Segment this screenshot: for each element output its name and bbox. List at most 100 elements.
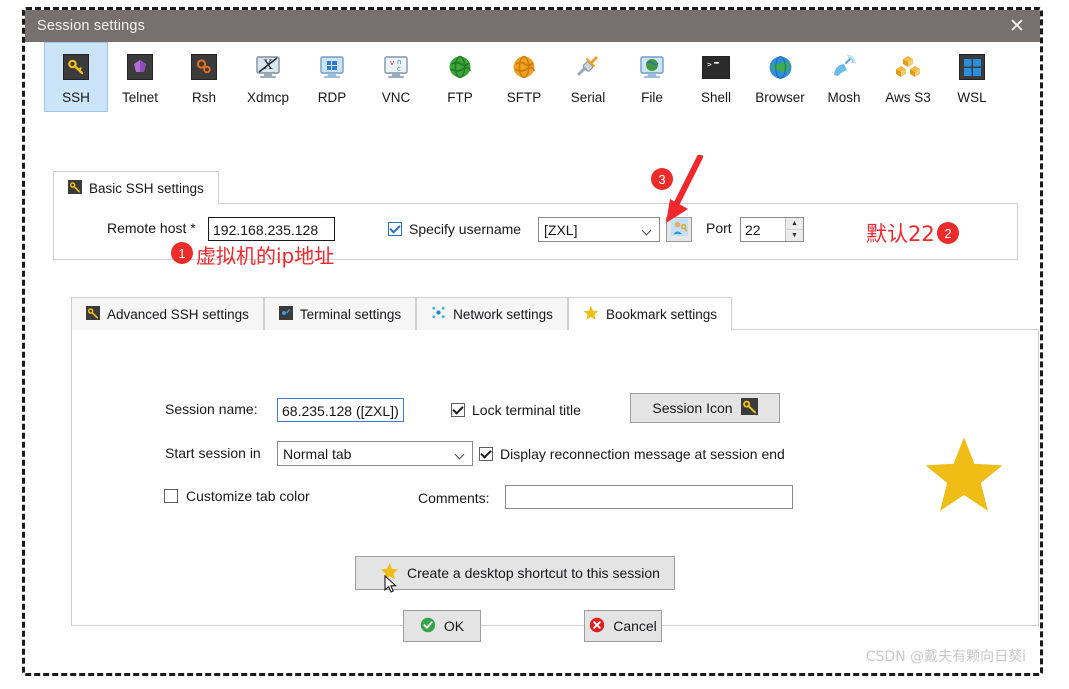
remote-host-input[interactable]: 192.168.235.128 [208, 217, 335, 241]
create-desktop-shortcut-button[interactable]: Create a desktop shortcut to this sessio… [355, 556, 675, 593]
checkbox-box [479, 447, 493, 461]
lock-terminal-title-label: Lock terminal title [472, 402, 581, 418]
protocol-label: Aws S3 [885, 90, 931, 105]
ok-button[interactable]: OK [403, 610, 481, 642]
protocol-label: Serial [570, 90, 606, 105]
specify-username-label: Specify username [409, 221, 522, 237]
session-name-input[interactable]: 68.235.128 ([ZXL]) [277, 398, 404, 422]
dialog-footer: OK Cancel [25, 610, 1040, 642]
annotation-note-host: 虚拟机的ip地址 [196, 244, 335, 268]
protocol-vnc[interactable]: vnc VNC [364, 42, 428, 112]
protocol-label: Xdmcp [246, 90, 290, 105]
start-session-in-label: Start session in [165, 445, 261, 461]
protocol-label: Mosh [827, 90, 861, 105]
username-combo[interactable]: [ZXL] [538, 217, 660, 242]
display-reconnection-checkbox[interactable]: Display reconnection message at session … [479, 446, 785, 462]
inner-tab-group: Advanced SSH settings Terminal settings … [71, 296, 1039, 626]
basic-tab-row: Basic SSH settings [53, 170, 1018, 205]
windows-monitor-icon [317, 52, 347, 82]
specify-username-checkbox[interactable]: Specify username [388, 221, 521, 237]
key-icon [61, 52, 91, 82]
bookmark-settings-panel: Session name: 68.235.128 ([ZXL]) Lock te… [71, 329, 1039, 626]
checkbox-box [451, 403, 465, 417]
tab-basic-ssh-settings[interactable]: Basic SSH settings [53, 171, 219, 205]
key-icon [740, 398, 758, 418]
serial-plug-icon [573, 52, 603, 82]
protocol-rsh[interactable]: Rsh [172, 42, 236, 112]
protocol-sftp[interactable]: SFTP [492, 42, 556, 112]
blue-globe-icon [765, 52, 795, 82]
protocol-ssh[interactable]: SSH [44, 42, 108, 112]
protocol-label: FTP [447, 90, 473, 105]
spinner-down-icon[interactable]: ▼ [786, 229, 803, 241]
protocol-label: File [641, 90, 663, 105]
title-bar: Session settings ✕ [25, 10, 1040, 42]
protocol-label: Rsh [191, 90, 216, 105]
username-value: [ZXL] [544, 221, 578, 238]
protocol-label: Browser [755, 90, 805, 105]
session-settings-dialog: Session settings ✕ SSH Telnet Rsh Xdmcp … [22, 7, 1043, 676]
tab-label: Basic SSH settings [89, 180, 204, 196]
protocol-mosh[interactable]: Mosh [812, 42, 876, 112]
tab-network-settings[interactable]: Network settings [416, 297, 568, 330]
green-check-icon [420, 617, 436, 636]
protocol-label: RDP [317, 90, 347, 105]
port-value[interactable]: 22 [741, 218, 785, 241]
star-icon [380, 562, 399, 584]
inner-tab-row: Advanced SSH settings Terminal settings … [71, 296, 1039, 331]
chevron-down-icon [643, 227, 652, 233]
annotation-note-port: 默认22 [866, 222, 935, 246]
protocol-label: Shell [700, 90, 732, 105]
port-spinner[interactable]: 22 ▲ ▼ [740, 217, 804, 242]
lock-terminal-title-checkbox[interactable]: Lock terminal title [451, 402, 581, 418]
tab-label: Terminal settings [299, 306, 402, 322]
comments-input[interactable] [505, 485, 793, 509]
file-monitor-icon [637, 52, 667, 82]
port-label: Port [706, 220, 732, 236]
ok-label: OK [443, 618, 465, 634]
protocol-rdp[interactable]: RDP [300, 42, 364, 112]
checkbox-box [388, 222, 402, 236]
port-spinner-arrows[interactable]: ▲ ▼ [785, 218, 803, 241]
watermark: CSDN @戴夫有颗向日葵i [865, 649, 1026, 665]
protocol-telnet[interactable]: Telnet [108, 42, 172, 112]
protocol-label: Telnet [121, 90, 159, 105]
tab-terminal-settings[interactable]: Terminal settings [263, 297, 417, 330]
checkbox-box [164, 489, 178, 503]
protocol-wsl[interactable]: WSL [940, 42, 1004, 112]
protocol-serial[interactable]: Serial [556, 42, 620, 112]
create-desktop-shortcut-label: Create a desktop shortcut to this sessio… [407, 565, 660, 581]
cancel-button[interactable]: Cancel [584, 610, 662, 642]
purple-cube-icon [125, 52, 155, 82]
red-x-icon [589, 617, 605, 636]
session-name-label: Session name: [165, 401, 258, 417]
protocol-file[interactable]: File [620, 42, 684, 112]
orange-globe-icon [509, 52, 539, 82]
svg-text:c: c [397, 65, 401, 73]
protocol-label: VNC [381, 90, 411, 105]
session-icon-button[interactable]: Session Icon [630, 393, 780, 423]
tab-bookmark-settings[interactable]: Bookmark settings [567, 297, 732, 331]
chevron-down-icon [456, 451, 465, 457]
orange-gears-icon [189, 52, 219, 82]
close-icon[interactable]: ✕ [994, 10, 1040, 42]
aws-cubes-icon [893, 52, 923, 82]
svg-text:>: > [707, 60, 712, 69]
tab-advanced-ssh-settings[interactable]: Advanced SSH settings [71, 297, 264, 330]
green-globe-icon [445, 52, 475, 82]
protocol-shell[interactable]: > Shell [684, 42, 748, 112]
protocol-label: SSH [62, 90, 90, 105]
start-session-in-combo[interactable]: Normal tab [277, 441, 473, 466]
protocol-label: WSL [957, 90, 987, 105]
star-icon [583, 305, 599, 324]
protocol-aws-s3[interactable]: Aws S3 [876, 42, 940, 112]
protocol-browser[interactable]: Browser [748, 42, 812, 112]
protocol-xdmcp[interactable]: X Xdmcp [236, 42, 300, 112]
tab-label: Advanced SSH settings [107, 306, 249, 322]
customize-tab-color-checkbox[interactable]: Customize tab color [164, 488, 310, 504]
user-key-button[interactable] [666, 217, 692, 242]
protocol-ftp[interactable]: FTP [428, 42, 492, 112]
remote-host-label: Remote host * [107, 220, 196, 236]
spinner-up-icon[interactable]: ▲ [786, 218, 803, 229]
comments-label: Comments: [418, 490, 490, 506]
